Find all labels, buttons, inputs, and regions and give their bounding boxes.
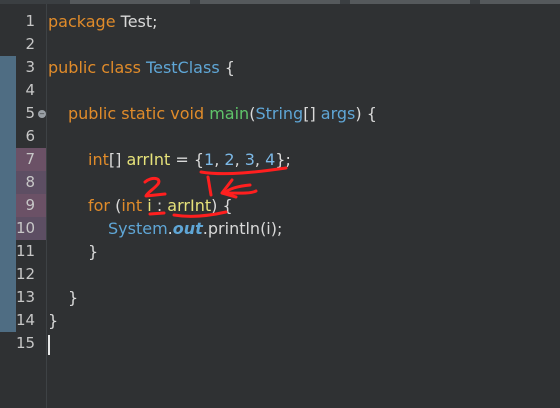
class-name: TestClass <box>146 58 220 77</box>
keyword: int <box>121 196 143 215</box>
class-name: System <box>108 219 168 238</box>
code-line-5[interactable]: public static void main(String[] args) { <box>48 102 560 125</box>
line-number: 5 <box>25 104 35 122</box>
code-line-13[interactable]: } <box>48 286 560 309</box>
text-cursor <box>48 335 50 355</box>
punctuation: , <box>234 150 245 169</box>
number-literal: 2 <box>224 150 235 169</box>
keyword: package <box>48 12 116 31</box>
method-name: main <box>209 104 250 123</box>
code-line-11[interactable]: } <box>48 240 560 263</box>
line-number: 6 <box>25 127 35 145</box>
keyword: public <box>68 104 117 123</box>
variable-name: arrInt <box>126 150 171 169</box>
line-number: 7 <box>25 150 35 168</box>
code-line-10[interactable]: System.out.println(i); <box>48 217 560 240</box>
type-name: String <box>255 104 304 123</box>
code-line-1[interactable]: package Test; <box>48 10 560 33</box>
number-literal: 4 <box>265 150 276 169</box>
line-number: 3 <box>25 58 35 76</box>
line-number: 10 <box>16 219 36 237</box>
punctuation: { <box>219 58 235 77</box>
package-name: Test; <box>115 12 158 31</box>
keyword: public <box>48 58 97 77</box>
code-line-7[interactable]: int[] arrInt = {1, 2, 3, 4}; <box>48 148 560 171</box>
line-number: 9 <box>25 196 35 214</box>
keyword: void <box>170 104 205 123</box>
line-number: 2 <box>25 35 35 53</box>
code-line-9[interactable]: for (int i : arrInt) { <box>48 194 560 217</box>
code-line-3[interactable]: public class TestClass { <box>48 56 560 79</box>
line-number: 15 <box>16 334 36 352</box>
change-indicator-bar <box>0 56 16 332</box>
punctuation: , <box>254 150 266 169</box>
line-number: 1 <box>25 12 35 30</box>
parameter-name: args <box>320 104 356 123</box>
punctuation: ( <box>110 196 122 215</box>
punctuation: ) { <box>355 104 377 123</box>
punctuation: : <box>151 196 168 215</box>
punctuation: = { <box>170 150 205 169</box>
fold-collapse-icon[interactable]: − <box>38 110 46 118</box>
line-number: 12 <box>16 265 36 283</box>
closing-brace: } <box>68 288 79 307</box>
number-literal: 3 <box>244 150 255 169</box>
keyword: class <box>101 58 141 77</box>
keyword: int <box>88 150 109 169</box>
closing-brace: } <box>88 242 99 261</box>
punctuation: [] <box>303 104 321 123</box>
code-editor[interactable]: 1 2 3 4 5 − 6 7 8 9 10 11 12 13 14 15 pa… <box>0 4 560 408</box>
line-number: 8 <box>25 173 35 191</box>
punctuation: ) { <box>211 196 233 215</box>
method-call: .println(i); <box>202 219 283 238</box>
line-number: 4 <box>25 81 35 99</box>
punctuation: [] <box>108 150 127 169</box>
keyword: for <box>88 196 110 215</box>
number-literal: 1 <box>204 150 215 169</box>
static-field: out <box>172 219 203 238</box>
punctuation: , <box>214 150 225 169</box>
variable-name: arrInt <box>167 196 212 215</box>
closing-brace: } <box>48 311 59 330</box>
line-number: 13 <box>16 288 36 306</box>
keyword: static <box>121 104 166 123</box>
code-line-14[interactable]: } <box>48 309 560 332</box>
punctuation: }; <box>275 150 291 169</box>
line-number: 14 <box>16 311 36 329</box>
line-number-gutter: 1 2 3 4 5 − 6 7 8 9 10 11 12 13 14 15 <box>0 4 47 408</box>
line-number: 11 <box>16 242 36 260</box>
